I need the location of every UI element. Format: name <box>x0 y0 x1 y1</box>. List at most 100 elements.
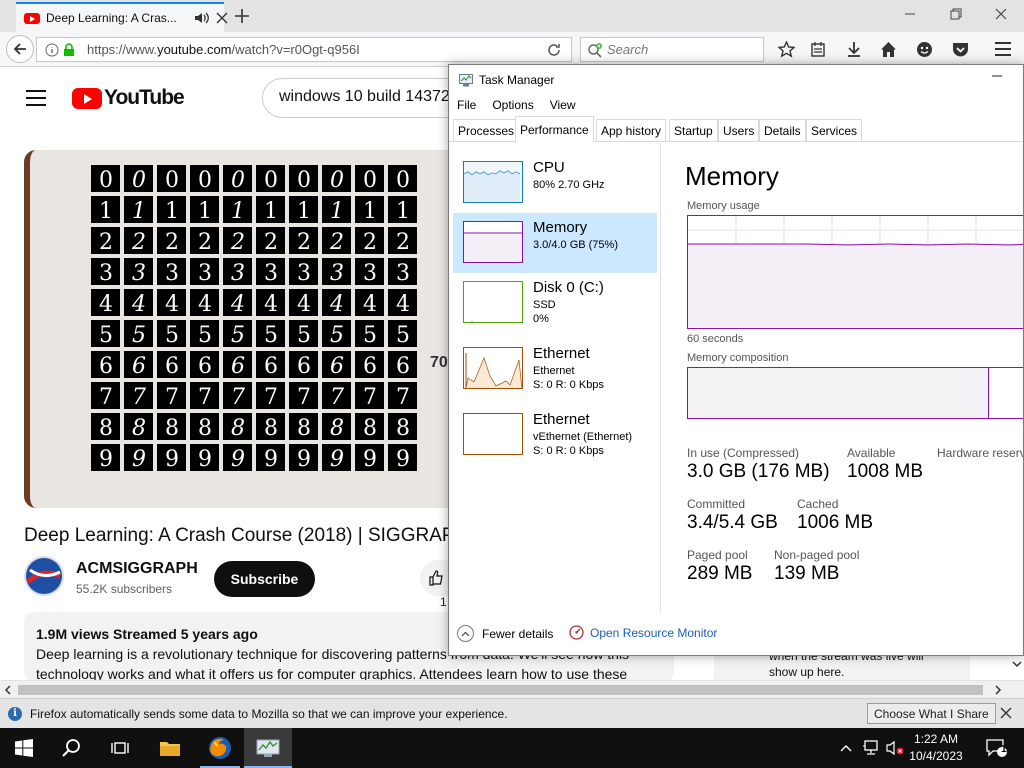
svg-text:7: 7 <box>363 385 377 410</box>
svg-text:2: 2 <box>165 230 179 255</box>
horizontal-scroll-thumb[interactable] <box>18 685 983 695</box>
restore-window-icon[interactable] <box>950 8 962 20</box>
menu-options[interactable]: Options <box>484 95 541 115</box>
like-button[interactable] <box>420 560 450 596</box>
minimize-icon[interactable] <box>991 69 1003 81</box>
pocket-icon[interactable] <box>952 41 969 58</box>
video-player[interactable]: 0000000000111111111122222222223333333333… <box>24 150 454 508</box>
svg-text:1: 1 <box>330 199 344 224</box>
fewer-details-button[interactable]: Fewer details <box>457 625 553 642</box>
new-tab-icon[interactable] <box>234 8 250 24</box>
windows-logo-icon <box>15 739 33 757</box>
vethernet-thumbnail-graph <box>463 413 523 455</box>
task-manager-tabs: Processes Performance App history Startu… <box>449 116 1023 142</box>
show-hidden-icons-button[interactable] <box>836 728 856 768</box>
download-icon[interactable] <box>846 41 862 58</box>
subscribe-button[interactable]: Subscribe <box>214 561 315 597</box>
browser-tab-youtube[interactable]: Deep Learning: A Cras... <box>16 2 228 32</box>
svg-text:4: 4 <box>264 292 278 317</box>
notification-count-badge: 1 <box>1001 744 1007 755</box>
lock-icon[interactable] <box>63 43 75 57</box>
reload-icon[interactable] <box>547 43 561 57</box>
resource-cpu[interactable]: CPU 80% 2.70 GHz <box>453 153 657 213</box>
minimize-window-icon[interactable] <box>904 8 916 20</box>
volume-tray-button[interactable] <box>884 728 906 768</box>
svg-text:5: 5 <box>165 323 179 348</box>
svg-text:0: 0 <box>198 168 212 193</box>
svg-text:8: 8 <box>396 416 410 441</box>
tab-title: Deep Learning: A Cras... <box>46 11 176 25</box>
tab-details[interactable]: Details <box>759 119 806 141</box>
tab-performance[interactable]: Performance <box>515 116 594 142</box>
menu-hamburger-icon[interactable] <box>994 41 1012 57</box>
close-notification-icon[interactable] <box>1000 707 1012 719</box>
url-bar[interactable]: https://www.youtube.com/watch?v=r0Ogt-q9… <box>36 37 572 62</box>
speaker-icon[interactable] <box>194 11 210 25</box>
svg-text:6: 6 <box>297 354 311 379</box>
youtube-logo[interactable]: YouTube <box>72 86 185 110</box>
resource-memory[interactable]: Memory 3.0/4.0 GB (75%) <box>453 213 657 273</box>
cpu-thumbnail-graph <box>463 161 523 203</box>
scroll-right-icon[interactable] <box>994 685 1002 695</box>
horizontal-scrollbar[interactable] <box>0 680 1024 698</box>
system-clock[interactable]: 1:22 AM 10/4/2023 <box>904 731 968 765</box>
resource-monitor-icon <box>569 625 584 640</box>
info-icon[interactable] <box>45 43 59 57</box>
channel-name[interactable]: ACMSIGGRAPH <box>76 560 198 578</box>
firefox-taskbar-button[interactable] <box>196 728 244 768</box>
tab-services[interactable]: Services <box>806 119 863 141</box>
resource-ethernet[interactable]: Ethernet Ethernet S: 0 R: 0 Kbps <box>453 339 657 399</box>
file-explorer-button[interactable] <box>146 728 194 768</box>
tab-startup[interactable]: Startup <box>669 119 718 141</box>
bookmark-star-icon[interactable] <box>778 41 795 58</box>
resource-detail: SSD <box>533 299 556 311</box>
non-paged-pool-label: Non-paged pool <box>774 548 860 562</box>
firefox-notification-bar: i Firefox automatically sends some data … <box>0 698 1024 728</box>
svg-text:9: 9 <box>297 447 311 472</box>
open-resource-monitor-link[interactable]: Open Resource Monitor <box>569 625 717 640</box>
home-icon[interactable] <box>880 41 897 58</box>
channel-avatar[interactable] <box>24 556 64 596</box>
svg-text:8: 8 <box>198 416 212 441</box>
taskbar-search-button[interactable] <box>48 728 96 768</box>
close-tab-icon[interactable] <box>216 12 228 24</box>
svg-text:7: 7 <box>231 385 245 410</box>
tab-users[interactable]: Users <box>718 119 760 141</box>
menu-file[interactable]: File <box>449 95 484 115</box>
search-bar[interactable]: Search <box>580 37 764 62</box>
resource-detail: 80% 2.70 GHz <box>533 179 605 191</box>
youtube-menu-icon[interactable] <box>26 90 46 106</box>
choose-what-i-share-button[interactable]: Choose What I Share <box>867 703 996 724</box>
task-manager-taskbar-button[interactable] <box>244 728 292 768</box>
hello-chat-icon[interactable] <box>916 41 933 58</box>
back-button[interactable] <box>6 35 34 63</box>
svg-text:7: 7 <box>264 385 278 410</box>
menu-view[interactable]: View <box>542 95 584 115</box>
svg-text:6: 6 <box>396 354 410 379</box>
available-value: 1008 MB <box>847 461 924 482</box>
svg-text:7: 7 <box>396 385 410 410</box>
scroll-down-icon[interactable] <box>1012 660 1022 668</box>
svg-text:9: 9 <box>165 447 179 472</box>
reading-list-icon[interactable] <box>810 41 826 58</box>
action-center-button[interactable]: 1 <box>976 728 1016 768</box>
resource-disk[interactable]: Disk 0 (C:) SSD 0% <box>453 273 657 333</box>
close-window-icon[interactable] <box>995 8 1007 20</box>
firefox-icon <box>209 737 231 759</box>
task-view-button[interactable] <box>96 728 144 768</box>
svg-text:4: 4 <box>131 292 146 317</box>
start-button[interactable] <box>0 728 48 768</box>
resource-vethernet[interactable]: Ethernet vEthernet (Ethernet) S: 0 R: 0 … <box>453 405 657 465</box>
svg-text:6: 6 <box>99 354 113 379</box>
tab-processes[interactable]: Processes <box>453 119 520 141</box>
memory-thumbnail-graph <box>463 221 523 263</box>
svg-text:0: 0 <box>231 168 245 193</box>
network-tray-button[interactable] <box>860 728 882 768</box>
browser-nav-bar: https://www.youtube.com/watch?v=r0Ogt-q9… <box>0 32 1024 67</box>
scroll-left-icon[interactable] <box>4 685 12 695</box>
svg-text:5: 5 <box>99 323 113 348</box>
svg-text:6: 6 <box>231 354 245 379</box>
task-manager-title-bar[interactable]: Task Manager <box>449 65 1023 95</box>
tab-app-history[interactable]: App history <box>596 119 667 141</box>
clock-date: 10/4/2023 <box>909 749 963 763</box>
